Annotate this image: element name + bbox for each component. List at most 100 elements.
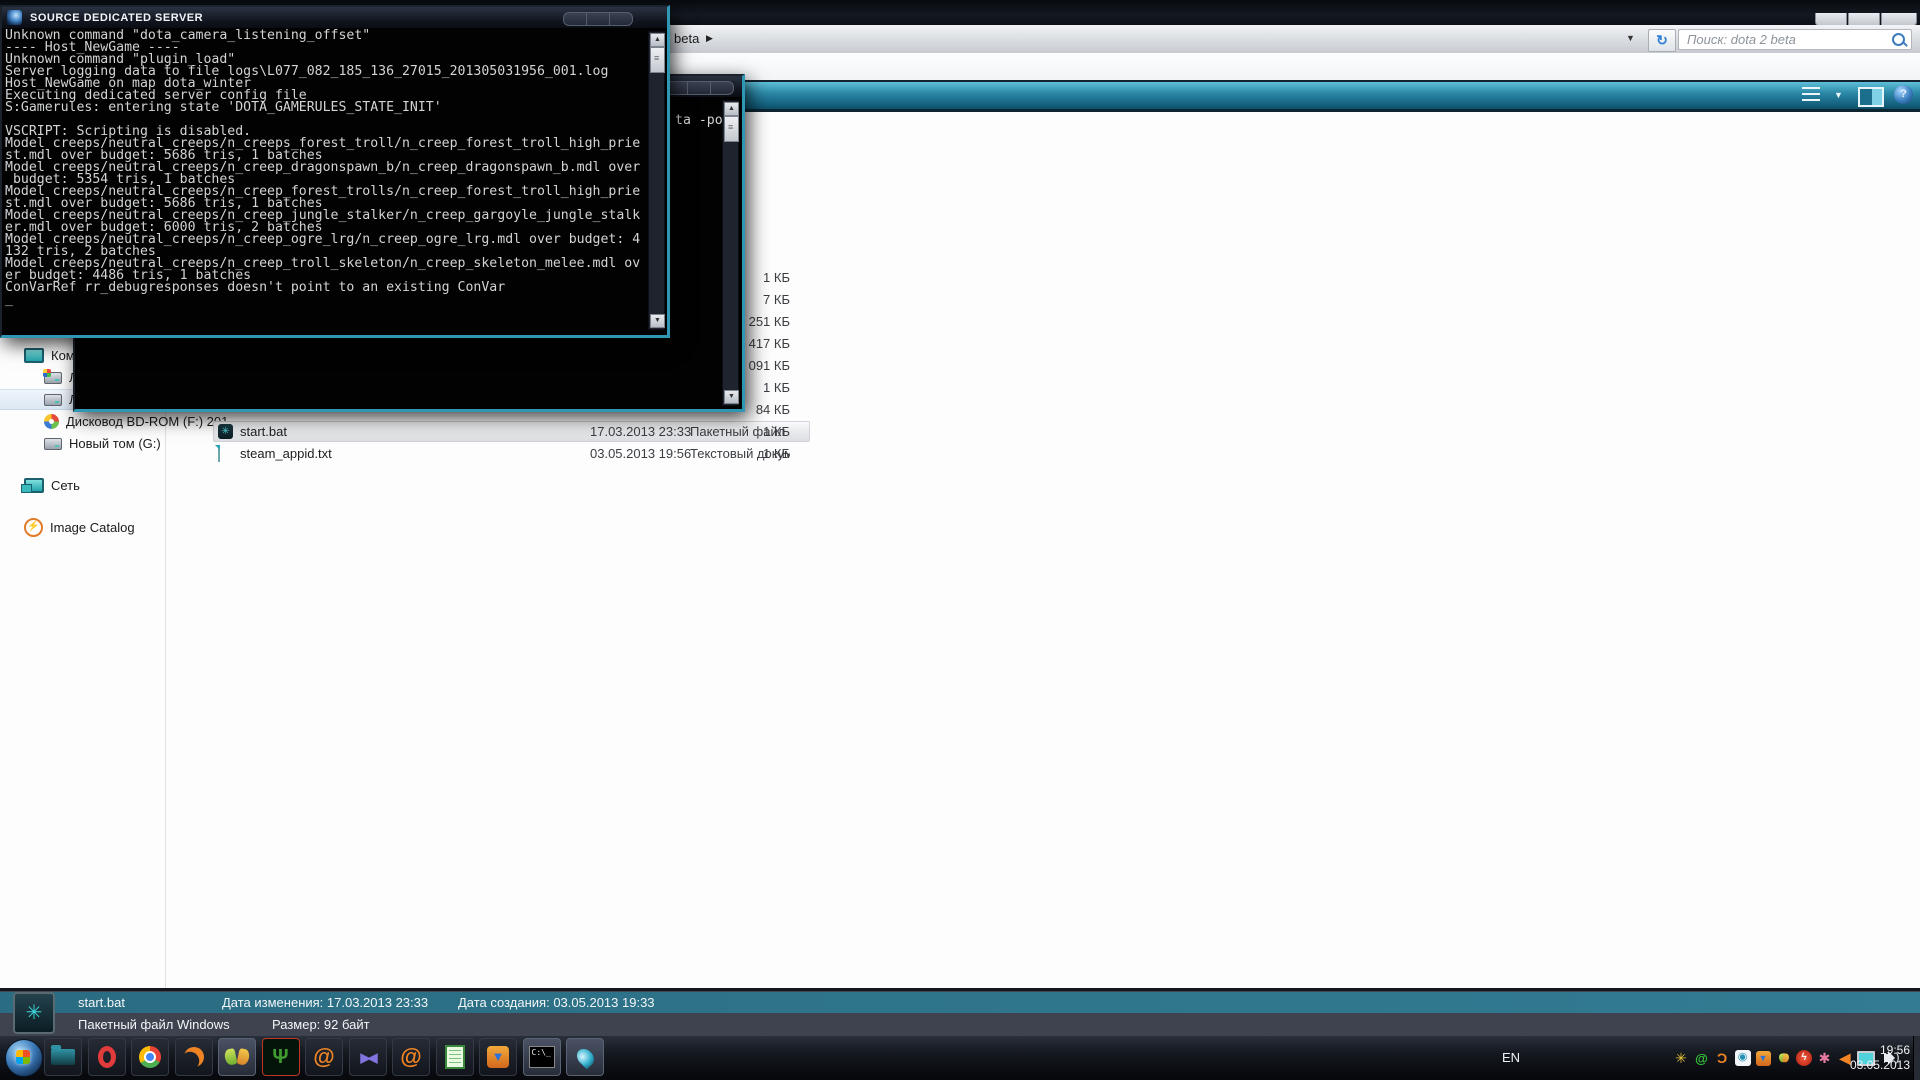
console-back-text: ta -po — [675, 115, 723, 127]
bdrom-icon — [44, 414, 59, 429]
maximize-button[interactable] — [687, 81, 710, 95]
sidebar-item-label: Новый том (G:) — [69, 436, 161, 451]
preview-pane-icon[interactable] — [1858, 87, 1884, 107]
scroll-up-icon[interactable]: ▲ — [724, 102, 739, 116]
opera-icon[interactable] — [88, 1038, 126, 1076]
sidebar-item-label: Сеть — [51, 478, 80, 493]
address-dropdown-icon[interactable]: ▼ — [1626, 33, 1635, 43]
console-title: SOURCE DEDICATED SERVER — [30, 12, 203, 24]
sidebar-item[interactable]: Дисковод BD-ROM (F:) 201. — [0, 411, 164, 432]
desktop: beta ▶ ▼ ↻ ▼ ? КомпьютерЛокальный дискЛо… — [0, 0, 1920, 1080]
close-button[interactable] — [710, 81, 734, 95]
taskbar-clock[interactable]: 19:56 03.05.2013 — [1820, 1043, 1910, 1073]
green-at-icon[interactable]: @ — [1693, 1049, 1711, 1067]
batch-file-icon: ✳ — [218, 424, 233, 439]
scrollbar-thumb[interactable] — [650, 47, 665, 73]
change-view-dropdown-icon[interactable]: ▼ — [1834, 90, 1843, 100]
butterfly-icon[interactable] — [218, 1038, 256, 1076]
orange-swoosh-icon[interactable] — [175, 1038, 213, 1076]
explorer-folder-icon[interactable] — [44, 1038, 82, 1076]
download-master-tray-icon-glyph: ▼ — [1756, 1051, 1771, 1066]
details-size: Размер: 92 байт — [272, 1017, 370, 1032]
scroll-down-icon[interactable]: ▼ — [724, 390, 739, 404]
text-file-icon — [218, 445, 220, 462]
change-view-icon[interactable] — [1802, 87, 1820, 103]
download-master-icon[interactable]: ▼ — [479, 1038, 517, 1076]
breadcrumb-arrow-icon[interactable]: ▶ — [706, 33, 713, 44]
close-button[interactable] — [609, 12, 633, 26]
source-server-icon[interactable] — [566, 1038, 604, 1076]
console-titlebar[interactable]: SOURCE DEDICATED SERVER — [2, 7, 667, 28]
eye-icon-glyph: ◉ — [1735, 1050, 1751, 1066]
sidebar-item-label: Image Catalog — [50, 520, 135, 535]
console-app-icon[interactable]: C:\_ — [523, 1038, 561, 1076]
green-at-icon-glyph: @ — [1695, 1051, 1708, 1066]
details-modified: Дата изменения: 17.03.2013 23:33 — [222, 995, 428, 1010]
sidebar-item[interactable]: Сеть — [0, 475, 164, 496]
system-disk-icon — [44, 372, 62, 384]
network-icon — [24, 478, 44, 493]
help-icon[interactable]: ? — [1894, 85, 1913, 104]
file-size: 1 КБ — [710, 446, 790, 461]
chrome-icon[interactable] — [131, 1038, 169, 1076]
daemon-tools-icon[interactable]: ϟ — [1795, 1049, 1813, 1067]
refresh-button[interactable]: ↻ — [1648, 29, 1676, 52]
mail-at-icon[interactable]: @ — [305, 1038, 343, 1076]
console-body: Unknown command "dota_camera_listening_o… — [2, 28, 667, 335]
details-file-type: Пакетный файл Windows — [78, 1017, 230, 1032]
console-line: ConVarRef rr_debugresponses doesn't poin… — [5, 282, 640, 294]
console-scrollbar[interactable]: ▲ ▼ — [648, 31, 665, 330]
kmplayer-icon-glyph: ▶◀ — [361, 1051, 375, 1064]
file-name: steam_appid.txt — [240, 446, 570, 461]
butterfly-tray-icon-glyph — [1779, 1053, 1789, 1064]
console-back-scrollbar[interactable]: ▲ ▼ — [722, 100, 739, 406]
console-line: S:Gamerules: entering state 'DOTA_GAMERU… — [5, 102, 640, 114]
breadcrumb-segment[interactable]: beta — [674, 31, 699, 46]
orange-swoosh-icon-glyph — [184, 1047, 204, 1067]
clock-time: 19:56 — [1820, 1043, 1910, 1058]
explorer-folder-icon-glyph — [51, 1049, 75, 1065]
orange-swoosh-tray-icon[interactable]: Ͻ — [1713, 1049, 1731, 1067]
kmplayer-icon[interactable]: ▶◀ — [349, 1038, 387, 1076]
file-name: start.bat — [240, 424, 570, 439]
scrollbar-thumb[interactable] — [724, 116, 739, 142]
file-date: 17.03.2013 23:33 — [590, 424, 695, 439]
table-row[interactable]: steam_appid.txt03.05.2013 19:56Текстовый… — [165, 443, 865, 465]
opera-icon-glyph — [98, 1046, 116, 1068]
show-desktop-button[interactable] — [1913, 1036, 1920, 1080]
sidebar-item[interactable]: Новый том (G:) — [0, 433, 164, 454]
butterfly-tray-icon[interactable] — [1775, 1049, 1793, 1067]
eye-icon[interactable]: ◉ — [1734, 1049, 1752, 1067]
scroll-up-icon[interactable]: ▲ — [650, 33, 665, 47]
search-icon[interactable] — [1892, 33, 1905, 46]
gold-star-icon[interactable]: ✳ — [1672, 1049, 1690, 1067]
source-logo-icon — [7, 10, 22, 25]
console-window-controls — [563, 12, 633, 24]
download-master-tray-icon[interactable]: ▼ — [1754, 1049, 1772, 1067]
scroll-down-icon[interactable]: ▼ — [650, 314, 665, 328]
maximize-button[interactable] — [586, 12, 609, 26]
console-window[interactable]: SOURCE DEDICATED SERVER Unknown command … — [0, 5, 670, 338]
disk-icon — [44, 438, 62, 450]
console-app-icon-glyph: C:\_ — [529, 1046, 555, 1068]
language-indicator[interactable]: EN — [1502, 1050, 1520, 1065]
notepad-icon-glyph — [445, 1045, 465, 1069]
chrome-icon-glyph — [139, 1046, 161, 1068]
file-size: 1 КБ — [710, 424, 790, 439]
sidebar-item[interactable]: ⚡Image Catalog — [0, 517, 164, 538]
search-input[interactable] — [1678, 29, 1912, 50]
mail-at-icon-2-glyph: @ — [400, 1046, 421, 1068]
notepad-icon[interactable] — [436, 1038, 474, 1076]
minimize-button[interactable] — [563, 12, 586, 26]
grass-icon-glyph: Ψ — [272, 1047, 288, 1067]
search-box[interactable] — [1678, 29, 1912, 50]
clock-date: 03.05.2013 — [1820, 1058, 1910, 1073]
butterfly-icon-glyph — [225, 1047, 249, 1067]
grass-icon[interactable]: Ψ — [262, 1038, 300, 1076]
details-pane: ✳ start.bat Дата изменения: 17.03.2013 2… — [0, 988, 1920, 1035]
start-button[interactable] — [5, 1039, 43, 1077]
mail-at-icon-glyph: @ — [313, 1046, 334, 1068]
table-row[interactable]: ✳start.bat17.03.2013 23:33Пакетный файл … — [165, 421, 865, 443]
orange-swoosh-tray-icon-glyph: Ͻ — [1717, 1050, 1727, 1066]
mail-at-icon-2[interactable]: @ — [392, 1038, 430, 1076]
